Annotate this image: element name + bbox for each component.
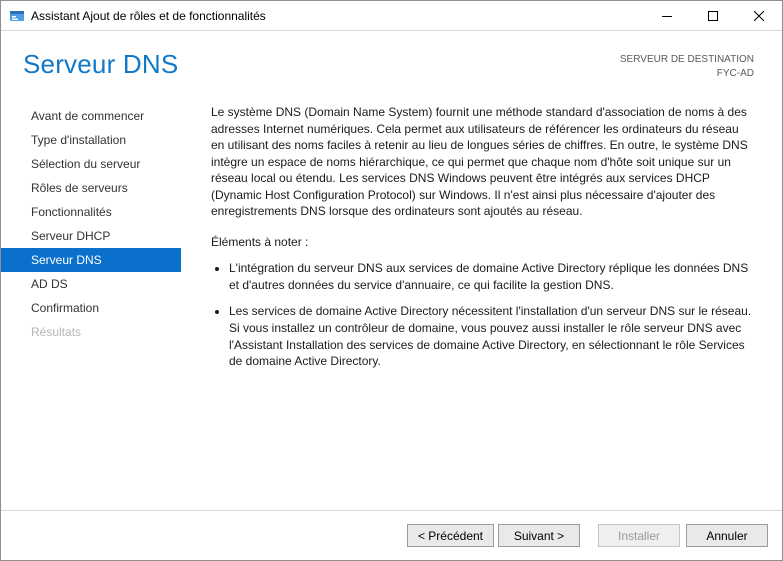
notes-heading: Éléments à noter : [211,234,754,251]
nav-confirmation[interactable]: Confirmation [1,296,181,320]
nav-ad-ds[interactable]: AD DS [1,272,181,296]
note-item: L'intégration du serveur DNS aux service… [229,260,754,293]
titlebar: Assistant Ajout de rôles et de fonctionn… [1,1,782,31]
destination-server-box: SERVEUR DE DESTINATION FYC-AD [620,49,754,80]
page-title: Serveur DNS [23,49,178,80]
destination-value: FYC-AD [620,67,754,81]
minimize-button[interactable] [644,1,690,31]
notes-list: L'intégration du serveur DNS aux service… [211,260,754,369]
previous-button[interactable]: < Précédent [407,524,494,547]
nav-server-selection[interactable]: Sélection du serveur [1,152,181,176]
nav-installation-type[interactable]: Type d'installation [1,128,181,152]
wizard-body: Avant de commencer Type d'installation S… [1,90,782,510]
destination-label: SERVEUR DE DESTINATION [620,53,754,67]
nav-dns-server[interactable]: Serveur DNS [1,248,181,272]
intro-paragraph: Le système DNS (Domain Name System) four… [211,104,754,220]
wizard-header: Serveur DNS SERVEUR DE DESTINATION FYC-A… [1,31,782,90]
wizard-nav: Avant de commencer Type d'installation S… [1,94,181,510]
close-button[interactable] [736,1,782,31]
wizard-content: Le système DNS (Domain Name System) four… [181,94,766,510]
note-item: Les services de domaine Active Directory… [229,303,754,369]
wizard-footer: < Précédent Suivant > Installer Annuler [1,510,782,560]
nav-before-you-begin[interactable]: Avant de commencer [1,104,181,128]
next-button[interactable]: Suivant > [498,524,580,547]
nav-server-roles[interactable]: Rôles de serveurs [1,176,181,200]
nav-dhcp-server[interactable]: Serveur DHCP [1,224,181,248]
nav-button-group: < Précédent Suivant > [407,524,580,547]
app-icon [9,8,25,24]
install-button: Installer [598,524,680,547]
nav-results: Résultats [1,320,181,344]
window-title: Assistant Ajout de rôles et de fonctionn… [31,9,266,23]
maximize-button[interactable] [690,1,736,31]
cancel-button[interactable]: Annuler [686,524,768,547]
nav-features[interactable]: Fonctionnalités [1,200,181,224]
